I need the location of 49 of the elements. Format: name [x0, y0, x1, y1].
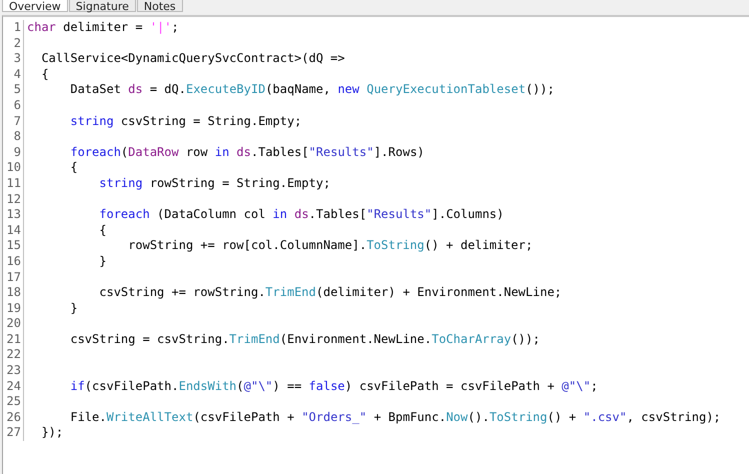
line-number: 10: [3, 160, 24, 176]
tab[interactable]: Notes: [136, 0, 183, 12]
code-line: foreach(DataRow row in ds.Tables["Results"].Rows): [69, 144, 424, 160]
line-number: 2: [3, 36, 24, 52]
line-number: 26: [3, 410, 24, 426]
line-number: 23: [3, 363, 24, 379]
code-line: csvString = csvString.TrimEnd(Environment.NewLine.ToCharArray());: [69, 332, 540, 348]
line-number: 3: [3, 51, 24, 67]
code-line: csvString += rowString.TrimEnd(delimiter) + Environment.NewLine;: [98, 285, 562, 301]
line-number: 15: [3, 238, 24, 254]
code-line: char delimiter = '|';: [26, 20, 179, 36]
code-line: rowString += row[col.ColumnName].ToString() + delimiter;: [127, 238, 533, 254]
line-number: 12: [3, 192, 24, 208]
code-line: if(csvFilePath.EndsWith(@"\") == false) csvFilePath = csvFilePath + @"\";: [69, 378, 598, 394]
code-line: CallService<DynamicQuerySvcContract>(dQ =>: [40, 51, 345, 67]
line-number: 5: [3, 82, 24, 98]
code-line: {: [98, 222, 106, 238]
line-number: 9: [3, 144, 24, 160]
line-number: 17: [3, 270, 24, 286]
code-line: string csvString = String.Empty;: [69, 114, 302, 130]
code-line: foreach (DataColumn col in ds.Tables["Results"].Columns): [98, 207, 504, 223]
line-number: 8: [3, 129, 24, 145]
code-line: });: [40, 425, 64, 442]
line-number: 25: [3, 394, 24, 410]
line-number: 1: [3, 20, 24, 36]
line-number: 24: [3, 378, 24, 394]
line-number: 21: [3, 332, 24, 348]
code-line: DataSet ds = dQ.ExecuteByID(baqName, new QueryExecutionTableset());: [69, 82, 554, 98]
code-line: }: [69, 300, 78, 316]
line-number: 14: [3, 222, 24, 238]
line-number: 18: [3, 285, 24, 301]
line-number: 27: [3, 425, 24, 442]
code-line: string rowString = String.Empty;: [98, 176, 330, 192]
line-number: 22: [3, 347, 24, 364]
code-editor[interactable]: [2, 15, 749, 474]
line-number: 13: [3, 207, 24, 223]
tab[interactable]: Overview: [2, 0, 68, 12]
code-line: }: [98, 254, 106, 270]
code-line: File.WriteAllText(csvFilePath + "Orders_" + BpmFunc.Now().ToString() + ".csv", csvString);: [69, 410, 721, 426]
line-number: 16: [3, 254, 24, 270]
line-number: 7: [3, 114, 24, 130]
code-line: {: [40, 66, 49, 82]
code-line: {: [69, 160, 78, 176]
line-number: 19: [3, 300, 24, 316]
line-number: 11: [3, 176, 24, 192]
tab[interactable]: Signature: [68, 0, 136, 12]
line-number: 4: [3, 66, 24, 82]
line-number: 6: [3, 98, 24, 114]
line-number: 20: [3, 316, 24, 332]
